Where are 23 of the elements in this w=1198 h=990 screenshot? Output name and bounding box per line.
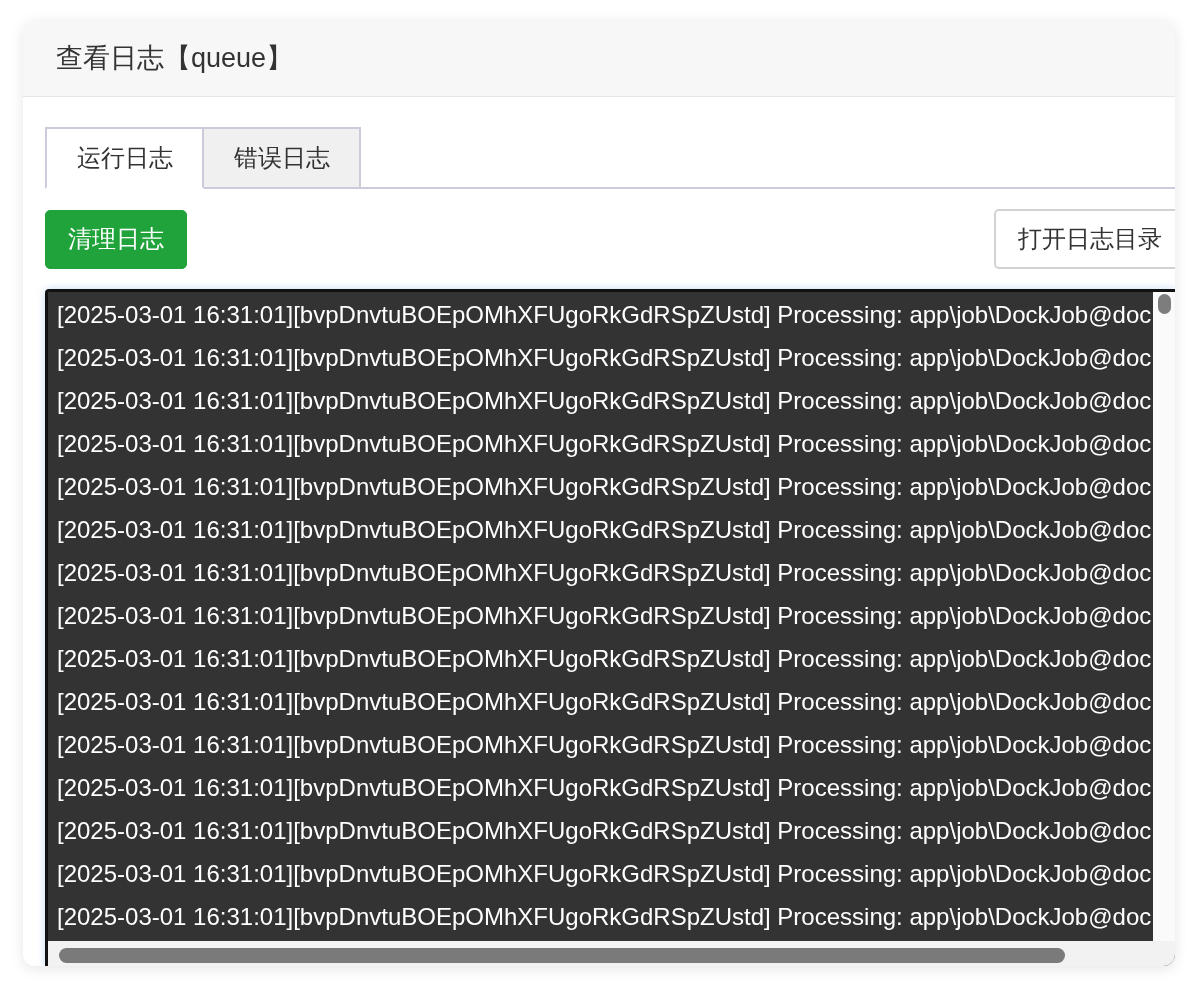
log-line: [2025-03-01 16:31:01][bvpDnvtuBOEpOMhXFUgoRkGdRSpZUstd] Processing: app\job\DockJob@doc xyxy=(57,558,1153,588)
log-line: [2025-03-01 16:31:01][bvpDnvtuBOEpOMhXFUgoRkGdRSpZUstd] Processing: app\job\DockJob@doc xyxy=(57,300,1153,330)
log-line: [2025-03-01 16:31:01][bvpDnvtuBOEpOMhXFUgoRkGdRSpZUstd] Processing: app\job\DockJob@doc xyxy=(57,816,1153,846)
log-line: [2025-03-01 16:31:01][bvpDnvtuBOEpOMhXFUgoRkGdRSpZUstd] Processing: app\job\DockJob@doc xyxy=(57,644,1153,674)
dialog-title: 查看日志【queue】 xyxy=(56,42,294,75)
scrollbar-thumb[interactable] xyxy=(1157,294,1171,314)
tab[interactable]: 错误日志 xyxy=(202,127,361,189)
log-line: [2025-03-01 16:31:01][bvpDnvtuBOEpOMhXFUgoRkGdRSpZUstd] Processing: app\job\DockJob@doc xyxy=(57,730,1153,760)
tab[interactable]: 运行日志 xyxy=(45,127,204,189)
log-line: [2025-03-01 16:31:01][bvpDnvtuBOEpOMhXFUgoRkGdRSpZUstd] Processing: app\job\DockJob@doc xyxy=(57,902,1153,932)
log-line: [2025-03-01 16:31:01][bvpDnvtuBOEpOMhXFUgoRkGdRSpZUstd] Processing: app\job\DockJob@doc xyxy=(57,773,1153,803)
log-line: [2025-03-01 16:31:01][bvpDnvtuBOEpOMhXFUgoRkGdRSpZUstd] Processing: app\job\DockJob@doc xyxy=(57,859,1153,889)
open-folder-button[interactable]: 打开日志目录 xyxy=(994,209,1175,269)
log-line: [2025-03-01 16:31:01][bvpDnvtuBOEpOMhXFUgoRkGdRSpZUstd] Processing: app\job\DockJob@doc xyxy=(57,515,1153,545)
scrollbar-thumb[interactable] xyxy=(59,948,1065,963)
log-line: [2025-03-01 16:31:01][bvpDnvtuBOEpOMhXFUgoRkGdRSpZUstd] Processing: app\job\DockJob@doc xyxy=(57,601,1153,631)
horizontal-scrollbar[interactable] xyxy=(48,941,1175,966)
vertical-scrollbar[interactable] xyxy=(1153,292,1175,941)
log-line: [2025-03-01 16:31:01][bvpDnvtuBOEpOMhXFUgoRkGdRSpZUstd] Processing: app\job\DockJob@doc xyxy=(57,386,1153,416)
log-line: [2025-03-01 16:31:01][bvpDnvtuBOEpOMhXFUgoRkGdRSpZUstd] Processing: app\job\DockJob@doc xyxy=(57,343,1153,373)
log-line: [2025-03-01 16:31:01][bvpDnvtuBOEpOMhXFUgoRkGdRSpZUstd] Processing: app\job\DockJob@doc xyxy=(57,429,1153,459)
log-line: [2025-03-01 16:31:01][bvpDnvtuBOEpOMhXFUgoRkGdRSpZUstd] Processing: app\job\DockJob@doc xyxy=(57,472,1153,502)
log-line: [2025-03-01 16:31:01][bvpDnvtuBOEpOMhXFUgoRkGdRSpZUstd] Processing: app\job\DockJob@doc xyxy=(57,687,1153,717)
